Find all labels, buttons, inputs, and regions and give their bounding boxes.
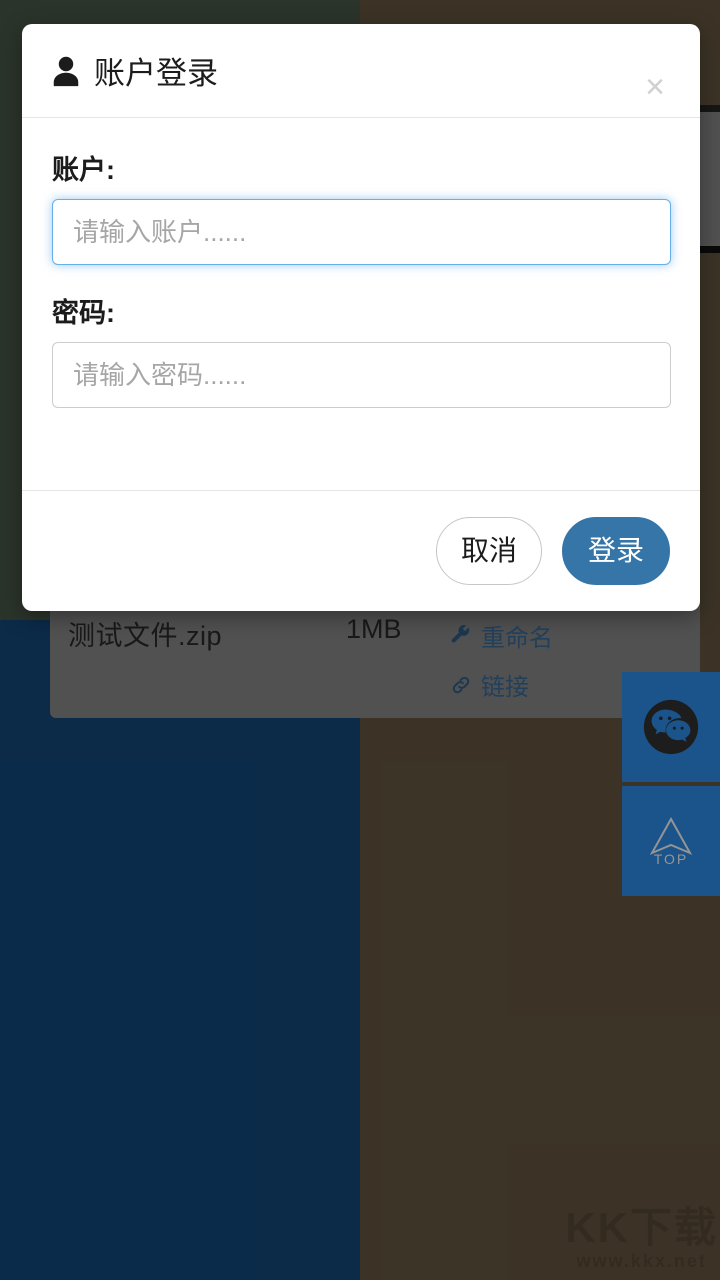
- person-icon: [53, 56, 79, 86]
- account-input[interactable]: [52, 199, 671, 265]
- modal-footer: 取消 登录: [22, 490, 700, 611]
- password-label: 密码:: [52, 298, 115, 328]
- modal-title-text: 账户登录: [94, 56, 218, 91]
- screen: 测试文件.zip 1MB 重命名 链接 TOP 账户登录 × 账户: 请输入账户…: [0, 0, 720, 1280]
- login-modal: 账户登录 × 账户: 密码: 取消 登录: [22, 24, 700, 611]
- modal-header: 账户登录 ×: [22, 24, 700, 118]
- close-icon[interactable]: ×: [638, 70, 672, 104]
- modal-body: 账户: 密码:: [22, 118, 700, 490]
- cancel-button[interactable]: 取消: [436, 517, 542, 585]
- account-label: 账户:: [52, 155, 115, 185]
- password-input[interactable]: [52, 342, 671, 408]
- login-button[interactable]: 登录: [562, 517, 670, 585]
- modal-title: 账户登录: [52, 48, 218, 93]
